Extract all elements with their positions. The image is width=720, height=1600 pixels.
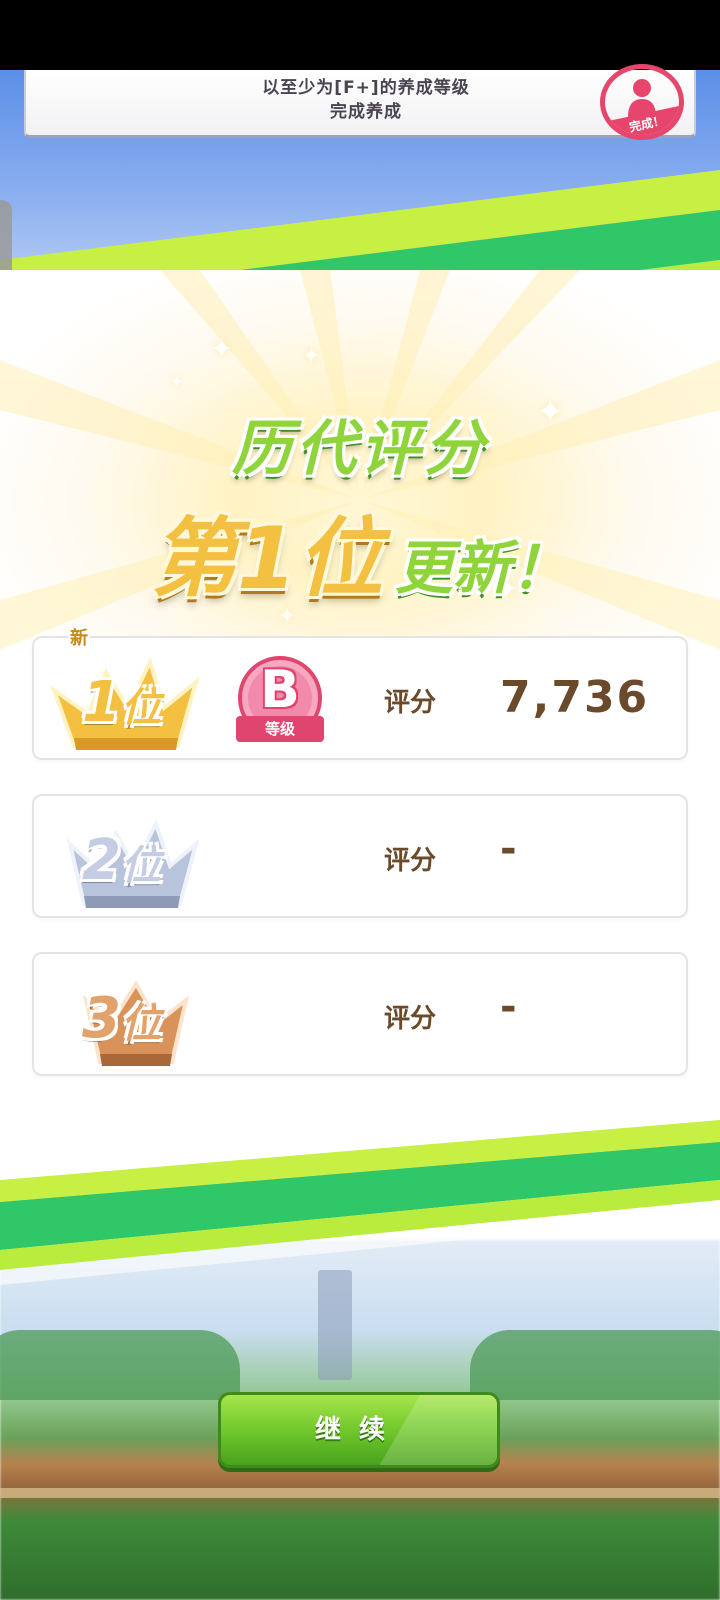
rank-label-3: 3位: [82, 986, 161, 1051]
grade-badge: B 等级: [234, 656, 326, 748]
score-label: 评分: [384, 846, 437, 876]
score-value: 7,736: [500, 672, 650, 723]
completed-stamp: 完成！: [600, 64, 684, 140]
rank-suffix: 位: [120, 685, 161, 731]
rail-fence: [0, 1488, 720, 1498]
tree-row: [0, 1330, 240, 1400]
rank-number: 1: [82, 670, 121, 735]
bottom-stripes: [0, 1120, 720, 1285]
mission-text-line2: 完成养成: [330, 102, 402, 122]
grade-letter: B: [260, 660, 300, 720]
continue-button[interactable]: 继续: [218, 1392, 500, 1468]
rank-card-3: 3位 评分 -: [32, 952, 688, 1076]
rank-suffix: 位: [120, 843, 161, 889]
rank-updated-title: 第1位 更新！: [0, 488, 720, 613]
grade-ribbon: 等级: [236, 716, 324, 742]
score-value: -: [500, 984, 517, 1030]
rank-number: 3: [82, 986, 121, 1051]
rank-label-2: 2位: [82, 828, 161, 893]
rank-label-1: 1位: [82, 670, 161, 735]
score-value: -: [500, 826, 517, 872]
first-place-text: 第1位: [151, 509, 383, 609]
score-label: 评分: [384, 1004, 437, 1034]
sparkle-icon: ✦: [170, 372, 184, 391]
tree-row: [470, 1330, 720, 1400]
rank-number: 2: [82, 828, 121, 893]
mission-text-line1: 以至少为[F+]的养成等级: [262, 78, 470, 98]
updated-text: 更新！: [394, 534, 569, 602]
continue-label: 继续: [314, 1415, 403, 1445]
history-score-title: 历代评分: [232, 414, 488, 484]
score-label: 评分: [384, 688, 437, 718]
rank-suffix: 位: [120, 1001, 161, 1047]
mission-banner: 以至少为[F+]的养成等级 完成养成 完成！: [24, 64, 696, 140]
rank-card-1: 新 1位 B 等级 评分 7,736: [32, 628, 688, 760]
sparkle-icon: ✦: [210, 332, 234, 365]
new-badge: 新: [70, 628, 88, 649]
sparkle-icon: ✦: [302, 344, 321, 369]
mission-text: 以至少为[F+]的养成等级 完成养成: [166, 76, 566, 124]
rank-card-2: 2位 评分 -: [32, 794, 688, 918]
status-bar: [0, 0, 720, 70]
